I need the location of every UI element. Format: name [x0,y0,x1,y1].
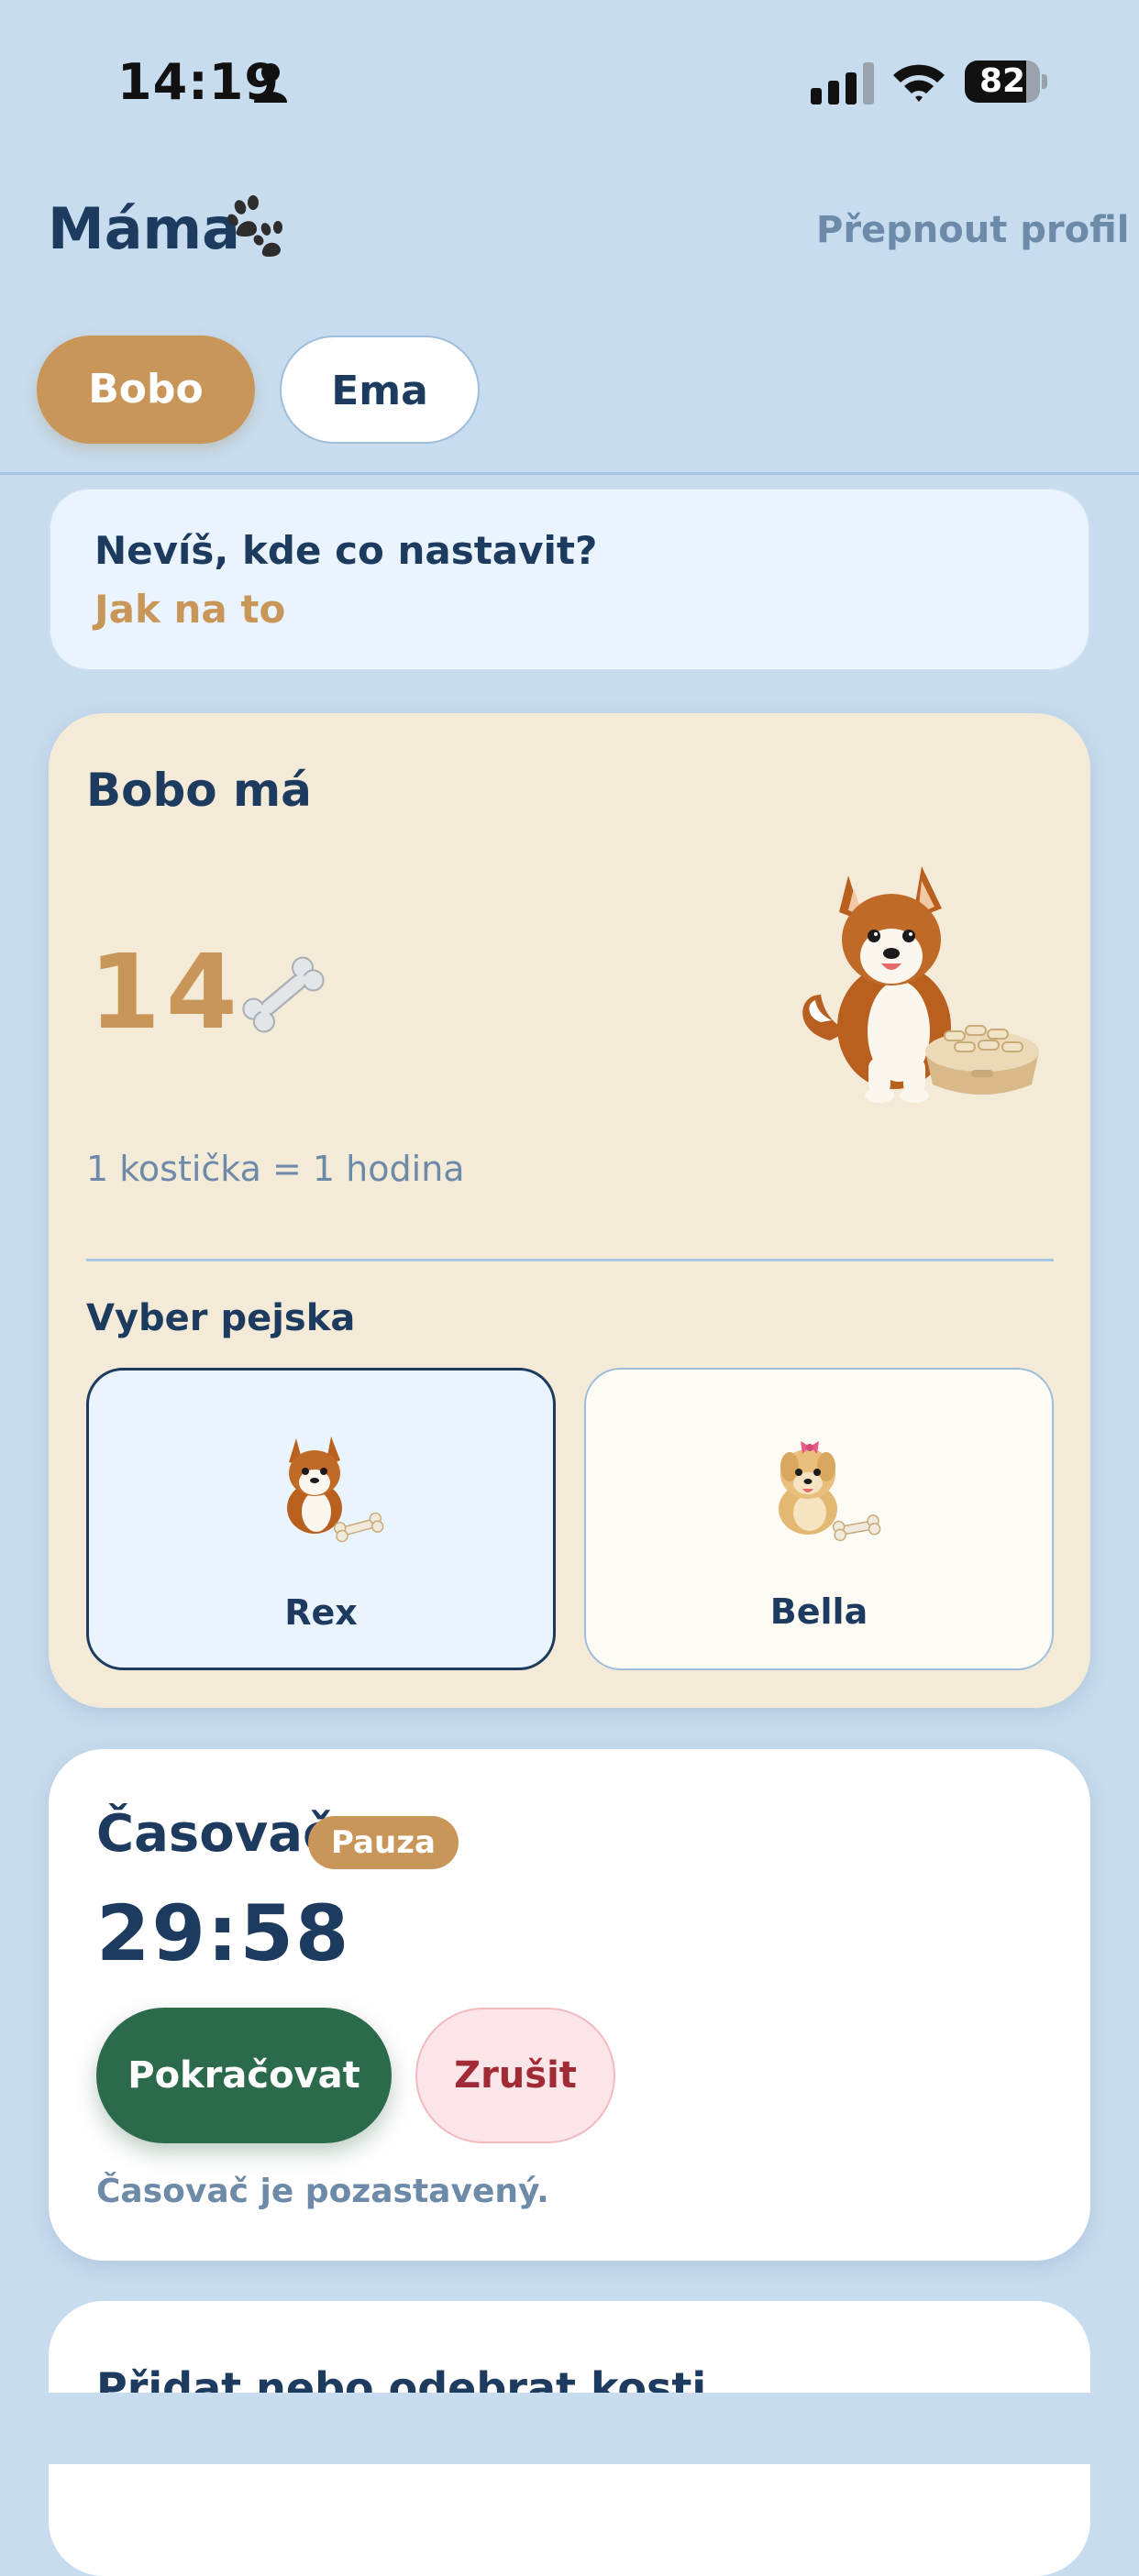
battery-indicator: 82 [965,61,1049,103]
page-title: Máma [48,195,240,262]
battery-percentage: 82 [979,62,1026,100]
help-card[interactable] [49,488,1090,671]
bone-rate-info: 1 kostička = 1 hodina [86,1149,465,1189]
help-question: Nevíš, kde co nastavit? [94,528,598,573]
dog-option-rex[interactable]: Rex [86,1368,556,1670]
pick-dog-label: Vyber pejska [86,1297,356,1339]
bottom-safe-area [0,2393,1139,2464]
card-divider [86,1259,1054,1261]
resume-button[interactable]: Pokračovat [96,2008,392,2143]
timer-title: Časovač [96,1804,334,1864]
timer-value: 29:58 [96,1888,351,1978]
cancel-button[interactable]: Zrušit [415,2008,615,2143]
tab-ema[interactable]: Ema [280,336,480,444]
timer-status-text: Časovač je pozastavený. [96,2173,549,2210]
help-link[interactable]: Jak na to [94,587,285,632]
wifi-icon [893,64,945,102]
person-icon [254,63,287,103]
tab-bobo[interactable]: Bobo [37,336,255,444]
paw-icon [227,195,282,257]
bella-dog-icon [779,1441,881,1542]
bone-balance-title: Bobo má [86,764,312,817]
dog-with-bowl-illustration [802,866,1039,1103]
dog-option-bella[interactable]: Bella [584,1368,1054,1670]
header-divider [0,472,1139,475]
bone-icon [242,956,325,1033]
cellular-signal-icon [811,62,874,105]
dog-name-bella: Bella [769,1591,868,1632]
dog-name-rex: Rex [284,1592,358,1633]
status-badge: Pauza [308,1816,459,1869]
rex-dog-icon [287,1437,384,1543]
bone-count: 14 [89,933,243,1052]
switch-profile-link[interactable]: Přepnout profil [816,209,1129,251]
